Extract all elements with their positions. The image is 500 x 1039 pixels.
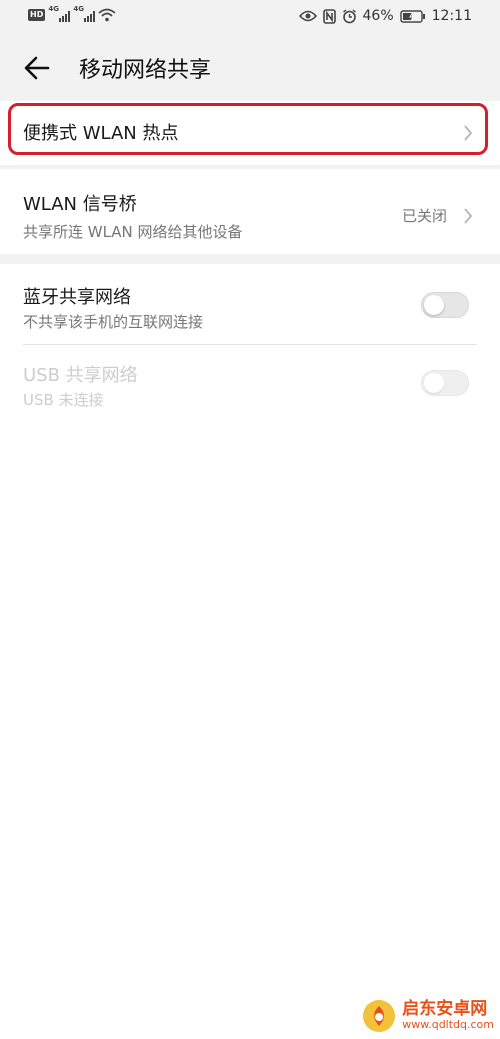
- signal-icon-sim2: 4G: [73, 5, 96, 22]
- bluetooth-share-toggle[interactable]: [421, 292, 469, 318]
- eye-icon: [298, 10, 317, 22]
- chevron-right-icon: [464, 208, 473, 224]
- bluetooth-share-row[interactable]: 蓝牙共享网络 不共享该手机的互联网连接: [0, 264, 500, 344]
- status-left: HD 4G 4G: [28, 5, 116, 22]
- arrow-left-icon: [24, 56, 50, 80]
- toggle-knob: [424, 295, 444, 315]
- network-type-label: 4G: [73, 5, 84, 13]
- watermark: 启东安卓网 www.qdltdq.com: [362, 999, 494, 1033]
- bluetooth-share-label: 蓝牙共享网络: [23, 287, 131, 308]
- network-type-label: 4G: [48, 5, 59, 13]
- status-right: 46% 12:11: [298, 8, 472, 24]
- status-bar: HD 4G 4G 46% 12:11: [0, 0, 500, 34]
- bluetooth-share-subtitle: 不共享该手机的互联网连接: [23, 313, 204, 331]
- usb-share-row: USB 共享网络 USB 未连接: [0, 345, 500, 425]
- usb-share-subtitle: USB 未连接: [23, 391, 104, 409]
- wlan-bridge-row[interactable]: WLAN 信号桥 共享所连 WLAN 网络给其他设备 已关闭: [0, 169, 500, 254]
- usb-share-label: USB 共享网络: [23, 365, 138, 386]
- watermark-name: 启东安卓网: [402, 999, 488, 1020]
- battery-percent: 46%: [362, 8, 394, 24]
- wlan-bridge-subtitle: 共享所连 WLAN 网络给其他设备: [23, 223, 243, 241]
- back-button[interactable]: [20, 51, 54, 85]
- wlan-bridge-status: 已关闭: [402, 207, 448, 225]
- watermark-text: 启东安卓网 www.qdltdq.com: [402, 999, 494, 1032]
- toggle-knob: [424, 373, 444, 393]
- page-title: 移动网络共享: [79, 58, 212, 83]
- nfc-icon: [322, 8, 336, 24]
- highlight-box: [8, 103, 488, 155]
- usb-share-toggle: [421, 370, 469, 396]
- wifi-icon: [98, 8, 116, 22]
- sharing-card: 蓝牙共享网络 不共享该手机的互联网连接 USB 共享网络 USB 未连接: [0, 264, 500, 1039]
- watermark-url: www.qdltdq.com: [402, 1018, 494, 1032]
- battery-icon: [399, 9, 425, 23]
- hd-badge: HD: [28, 9, 46, 21]
- signal-icon-sim1: 4G: [48, 5, 71, 22]
- clock: 12:11: [431, 8, 472, 24]
- wlan-bridge-label: WLAN 信号桥: [23, 194, 137, 215]
- app-header: 移动网络共享: [0, 34, 500, 100]
- alarm-icon: [342, 8, 356, 23]
- watermark-logo: [363, 1000, 396, 1032]
